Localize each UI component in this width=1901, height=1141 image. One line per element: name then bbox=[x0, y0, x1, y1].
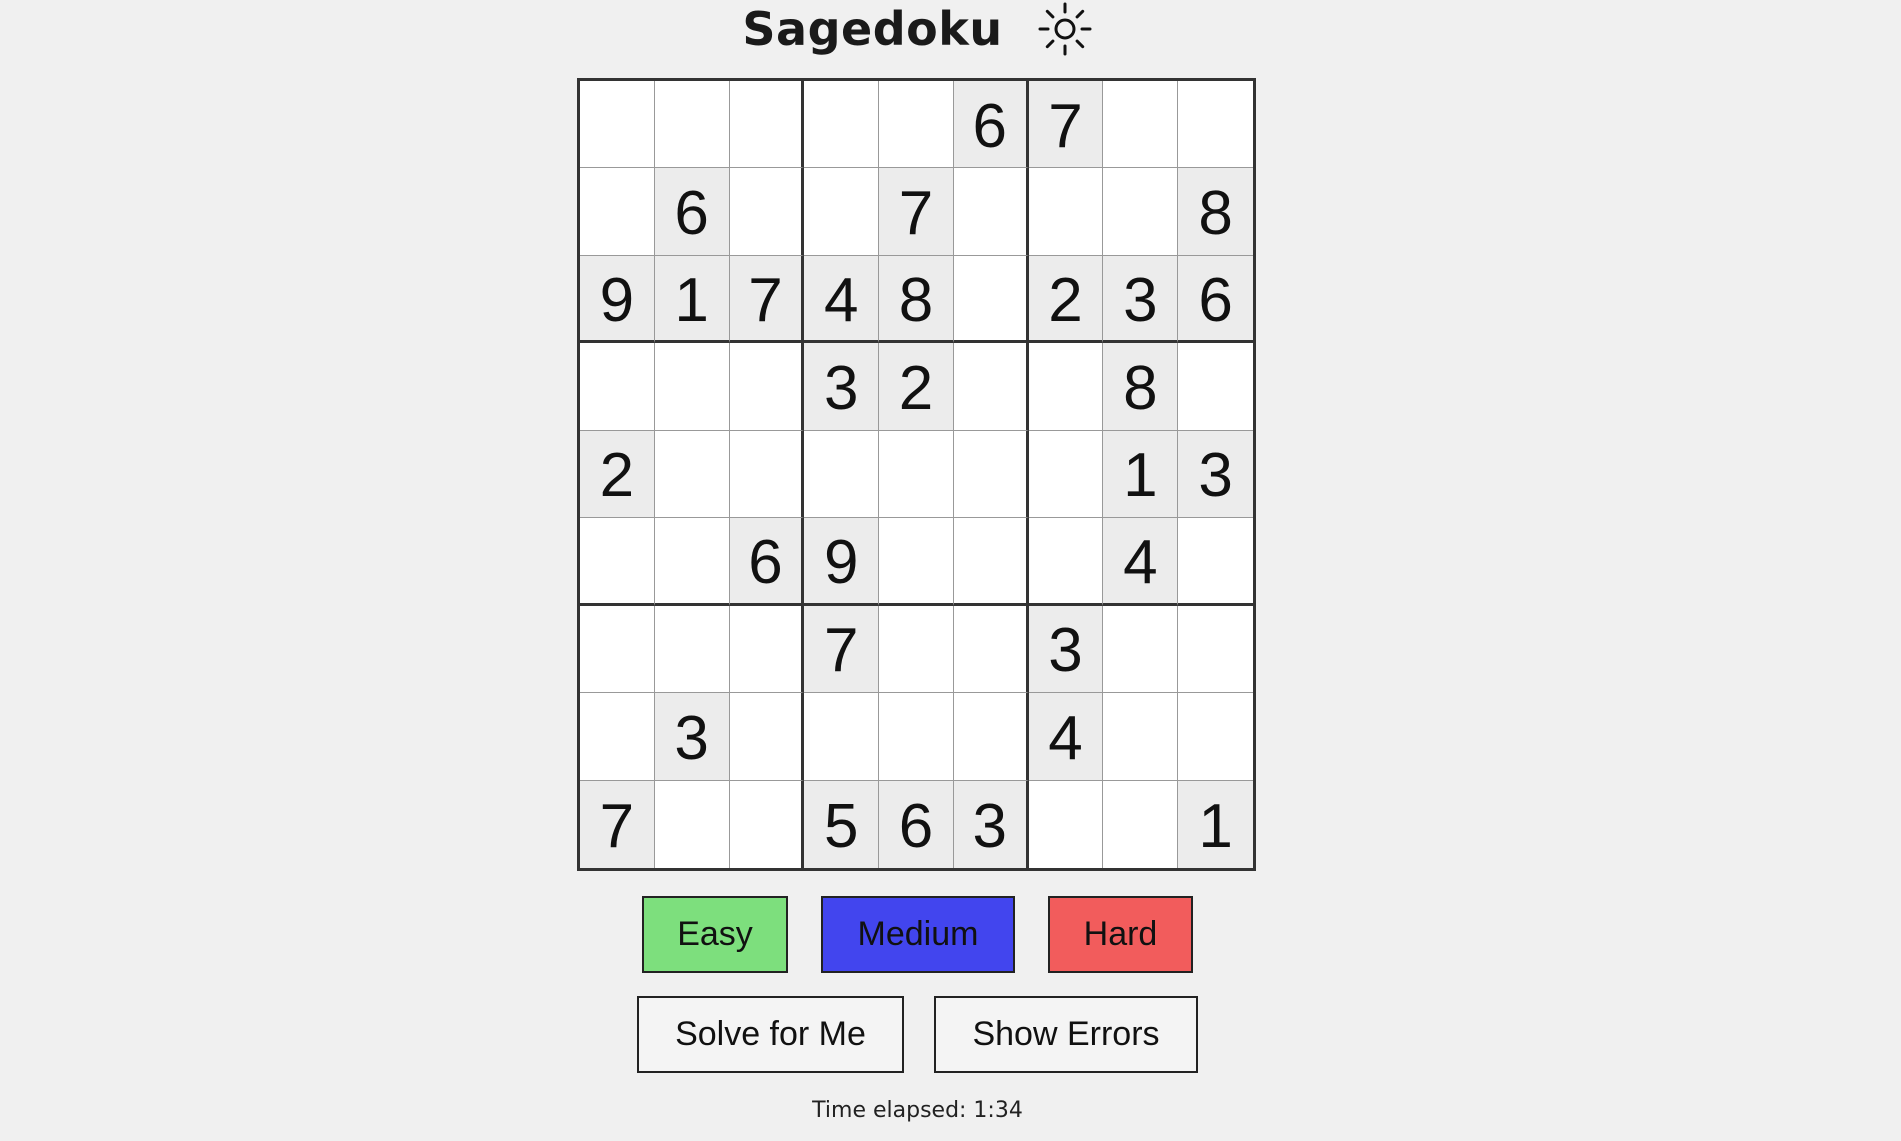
sudoku-cell[interactable]: 1 bbox=[654, 255, 730, 344]
sudoku-cell[interactable] bbox=[654, 518, 730, 606]
sudoku-cell[interactable] bbox=[729, 605, 805, 694]
sudoku-cell[interactable] bbox=[879, 693, 954, 781]
sudoku-cell[interactable]: 5 bbox=[804, 780, 880, 868]
sudoku-cell[interactable] bbox=[729, 780, 805, 868]
page-title: Sagedoku bbox=[742, 2, 1003, 56]
sudoku-cell[interactable] bbox=[654, 780, 730, 868]
sun-icon bbox=[1038, 2, 1092, 56]
sudoku-cell[interactable] bbox=[729, 693, 805, 781]
sudoku-cell[interactable] bbox=[953, 605, 1029, 694]
sudoku-cell[interactable] bbox=[879, 518, 954, 606]
hard-button[interactable]: Hard bbox=[1048, 896, 1193, 973]
sudoku-cell[interactable]: 8 bbox=[1103, 343, 1179, 431]
sudoku-cell[interactable]: 6 bbox=[729, 518, 805, 606]
sudoku-cell[interactable] bbox=[804, 168, 880, 256]
sudoku-cell[interactable] bbox=[729, 168, 805, 256]
sudoku-cell[interactable] bbox=[1028, 780, 1104, 868]
sudoku-cell[interactable] bbox=[1178, 605, 1253, 694]
sudoku-cell[interactable] bbox=[1103, 81, 1179, 169]
sudoku-cell[interactable]: 7 bbox=[729, 255, 805, 344]
theme-toggle-button[interactable] bbox=[1037, 1, 1093, 57]
sudoku-cell[interactable] bbox=[953, 430, 1029, 519]
solve-button[interactable]: Solve for Me bbox=[637, 996, 904, 1073]
sudoku-cell[interactable]: 9 bbox=[580, 255, 655, 344]
sudoku-cell[interactable] bbox=[879, 605, 954, 694]
sudoku-cell[interactable] bbox=[804, 693, 880, 781]
sudoku-cell[interactable]: 4 bbox=[804, 255, 880, 344]
sudoku-cell[interactable]: 2 bbox=[580, 430, 655, 519]
sudoku-cell[interactable]: 1 bbox=[1103, 430, 1179, 519]
sudoku-cell[interactable] bbox=[1028, 168, 1104, 256]
sudoku-cell[interactable] bbox=[580, 81, 655, 169]
sudoku-cell[interactable] bbox=[729, 343, 805, 431]
sudoku-cell[interactable]: 2 bbox=[879, 343, 954, 431]
sudoku-cell[interactable] bbox=[1178, 518, 1253, 606]
sudoku-cell[interactable]: 1 bbox=[1178, 780, 1253, 868]
sudoku-cell[interactable] bbox=[1028, 430, 1104, 519]
sudoku-cell[interactable] bbox=[654, 430, 730, 519]
sudoku-cell[interactable]: 7 bbox=[1028, 81, 1104, 169]
sudoku-cell[interactable]: 2 bbox=[1028, 255, 1104, 344]
sudoku-cell[interactable] bbox=[1103, 605, 1179, 694]
sudoku-cell[interactable] bbox=[654, 605, 730, 694]
medium-button[interactable]: Medium bbox=[821, 896, 1015, 973]
header: Sagedoku bbox=[0, 0, 1835, 58]
sudoku-cell[interactable]: 3 bbox=[804, 343, 880, 431]
sudoku-cell[interactable]: 3 bbox=[1103, 255, 1179, 344]
sudoku-cell[interactable]: 8 bbox=[879, 255, 954, 344]
sudoku-cell[interactable] bbox=[879, 430, 954, 519]
sudoku-cell[interactable]: 3 bbox=[654, 693, 730, 781]
sudoku-cell[interactable] bbox=[1178, 81, 1253, 169]
time-elapsed: Time elapsed: 1:34 bbox=[812, 1098, 1023, 1123]
sudoku-cell[interactable] bbox=[580, 518, 655, 606]
easy-button[interactable]: Easy bbox=[642, 896, 788, 973]
sudoku-cell[interactable] bbox=[953, 168, 1029, 256]
sudoku-cell[interactable] bbox=[1178, 693, 1253, 781]
sudoku-cell[interactable] bbox=[580, 693, 655, 781]
app-root: Sagedoku 6767891748236328213694733475631… bbox=[0, 0, 1901, 1141]
sudoku-cell[interactable]: 7 bbox=[804, 605, 880, 694]
sudoku-cell[interactable] bbox=[1028, 343, 1104, 431]
difficulty-buttons: Easy Medium Hard bbox=[0, 896, 1835, 973]
sudoku-cell[interactable]: 3 bbox=[953, 780, 1029, 868]
sudoku-cell[interactable] bbox=[1103, 168, 1179, 256]
sudoku-cell[interactable] bbox=[1178, 343, 1253, 431]
sudoku-cell[interactable]: 6 bbox=[953, 81, 1029, 169]
sudoku-cell[interactable] bbox=[1028, 518, 1104, 606]
sudoku-cell[interactable] bbox=[580, 605, 655, 694]
sudoku-cell[interactable]: 7 bbox=[580, 780, 655, 868]
sudoku-cell[interactable] bbox=[1103, 780, 1179, 868]
sudoku-cell[interactable] bbox=[953, 518, 1029, 606]
sudoku-cell[interactable] bbox=[580, 343, 655, 431]
sudoku-cell[interactable]: 6 bbox=[654, 168, 730, 256]
sudoku-cell[interactable]: 7 bbox=[879, 168, 954, 256]
sudoku-cell[interactable] bbox=[729, 81, 805, 169]
sudoku-cell[interactable] bbox=[953, 693, 1029, 781]
sudoku-cell[interactable] bbox=[804, 430, 880, 519]
sudoku-cell[interactable]: 4 bbox=[1028, 693, 1104, 781]
sudoku-cell[interactable]: 6 bbox=[879, 780, 954, 868]
action-buttons: Solve for Me Show Errors bbox=[0, 996, 1835, 1073]
sudoku-cell[interactable] bbox=[1103, 693, 1179, 781]
sudoku-cell[interactable] bbox=[804, 81, 880, 169]
sudoku-cell[interactable]: 6 bbox=[1178, 255, 1253, 344]
sudoku-cell[interactable] bbox=[580, 168, 655, 256]
sudoku-cell[interactable]: 3 bbox=[1178, 430, 1253, 519]
sudoku-cell[interactable] bbox=[654, 81, 730, 169]
sudoku-cell[interactable] bbox=[729, 430, 805, 519]
sudoku-cell[interactable]: 8 bbox=[1178, 168, 1253, 256]
sudoku-cell[interactable] bbox=[879, 81, 954, 169]
sudoku-cell[interactable] bbox=[953, 343, 1029, 431]
sudoku-cell[interactable] bbox=[654, 343, 730, 431]
sudoku-cell[interactable] bbox=[953, 255, 1029, 344]
show-errors-button[interactable]: Show Errors bbox=[934, 996, 1198, 1073]
sudoku-cell[interactable]: 4 bbox=[1103, 518, 1179, 606]
sudoku-board: 6767891748236328213694733475631 bbox=[577, 78, 1256, 871]
sudoku-cell[interactable]: 9 bbox=[804, 518, 880, 606]
sudoku-cell[interactable]: 3 bbox=[1028, 605, 1104, 694]
